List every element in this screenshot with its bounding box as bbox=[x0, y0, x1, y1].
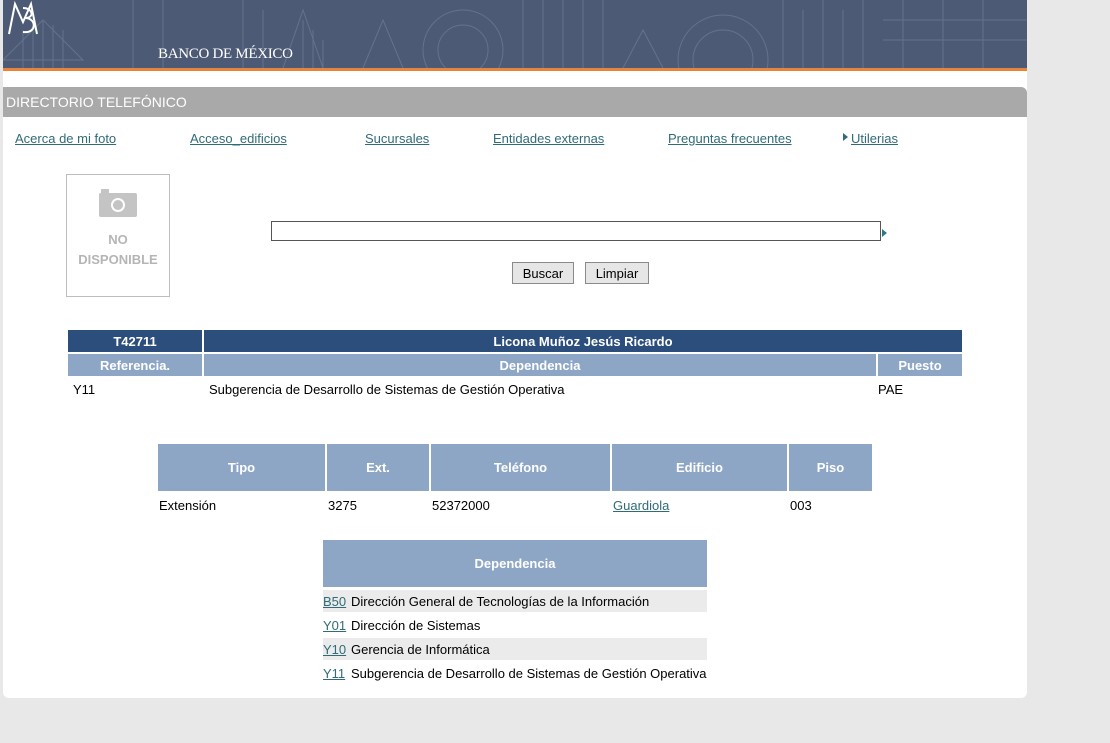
dependencia-name: Gerencia de Informática bbox=[351, 642, 490, 657]
employee-referencia: Y11 bbox=[73, 382, 96, 397]
col-header-referencia: Referencia. bbox=[68, 354, 202, 376]
banner-accent-stripe bbox=[3, 68, 1027, 71]
nav-acceso-edificios-link[interactable]: Acceso_edificios bbox=[190, 131, 287, 146]
list-item: Y11 Subgerencia de Desarrollo de Sistema… bbox=[323, 662, 707, 684]
buscar-button[interactable]: Buscar bbox=[512, 262, 574, 284]
col-header-puesto: Puesto bbox=[878, 354, 962, 376]
dependencia-code-link[interactable]: B50 bbox=[323, 594, 346, 609]
employee-name: Licona Muñoz Jesús Ricardo bbox=[204, 330, 962, 352]
dependencia-name: Dirección General de Tecnologías de la I… bbox=[351, 594, 650, 609]
phone-telefono: 52372000 bbox=[432, 498, 490, 513]
col-header-dependencia-tree: Dependencia bbox=[323, 540, 707, 587]
camera-icon bbox=[99, 189, 137, 217]
dependencia-name: Subgerencia de Desarrollo de Sistemas de… bbox=[351, 666, 707, 681]
col-header-edificio: Edificio bbox=[612, 444, 787, 491]
nav-utilerias-link[interactable]: Utilerias bbox=[851, 131, 898, 146]
employee-dependencia: Subgerencia de Desarrollo de Sistemas de… bbox=[209, 382, 565, 397]
employee-puesto: PAE bbox=[878, 382, 904, 397]
directory-titlebar: DIRECTORIO TELEFÓNICO bbox=[3, 87, 1027, 117]
dependencia-name: Dirección de Sistemas bbox=[351, 618, 481, 633]
limpiar-button[interactable]: Limpiar bbox=[585, 262, 649, 284]
edificio-guardiola-link[interactable]: Guardiola bbox=[613, 498, 669, 513]
page-container: BANCO DE MÉXICO DIRECTORIO TELEFÓNICO Ac… bbox=[3, 0, 1027, 698]
col-header-dependencia: Dependencia bbox=[204, 354, 876, 376]
dependencia-code-link[interactable]: Y11 bbox=[323, 666, 345, 681]
dependencia-code-link[interactable]: Y10 bbox=[323, 642, 346, 657]
nav-acerca-foto-link[interactable]: Acerca de mi foto bbox=[15, 131, 116, 146]
search-go-arrow-icon[interactable] bbox=[882, 229, 887, 237]
dependencia-code-link[interactable]: Y01 bbox=[323, 618, 346, 633]
employee-id: T42711 bbox=[68, 330, 202, 352]
banco-logo-text: BANCO DE MÉXICO bbox=[158, 46, 293, 62]
col-header-telefono: Teléfono bbox=[431, 444, 610, 491]
list-item: Y01 Dirección de Sistemas bbox=[323, 614, 707, 636]
list-item: Y10 Gerencia de Informática bbox=[323, 638, 707, 660]
banner-pattern bbox=[3, 0, 1027, 68]
col-header-ext: Ext. bbox=[327, 444, 429, 491]
nav-sucursales-link[interactable]: Sucursales bbox=[365, 131, 429, 146]
search-input[interactable] bbox=[271, 221, 881, 241]
page-title: DIRECTORIO TELEFÓNICO bbox=[6, 94, 187, 110]
phone-piso: 003 bbox=[790, 498, 812, 513]
col-header-piso: Piso bbox=[789, 444, 872, 491]
phone-tipo: Extensión bbox=[159, 498, 217, 513]
employee-photo-placeholder: NO DISPONIBLE bbox=[66, 174, 170, 297]
nav-preguntas-frecuentes-link[interactable]: Preguntas frecuentes bbox=[668, 131, 792, 146]
utilerias-arrow-icon[interactable] bbox=[843, 133, 848, 141]
nav-entidades-externas-link[interactable]: Entidades externas bbox=[493, 131, 604, 146]
list-item: B50 Dirección General de Tecnologías de … bbox=[323, 590, 707, 612]
banco-logo-icon bbox=[8, 0, 38, 35]
banner: BANCO DE MÉXICO bbox=[3, 0, 1027, 68]
phone-ext: 3275 bbox=[328, 498, 357, 513]
col-header-tipo: Tipo bbox=[158, 444, 325, 491]
photo-not-available-text: NO DISPONIBLE bbox=[78, 232, 158, 267]
